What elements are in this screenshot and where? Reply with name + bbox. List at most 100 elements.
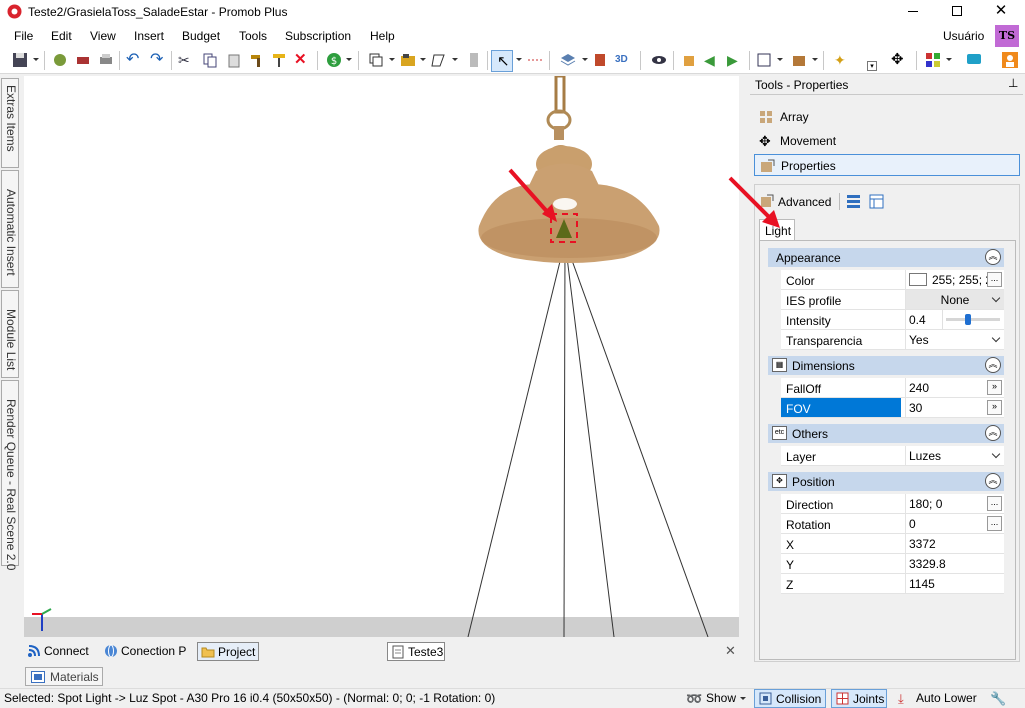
accordion-properties[interactable]: Properties bbox=[754, 154, 1020, 176]
menu-help[interactable]: Help bbox=[370, 29, 395, 43]
menu-budget[interactable]: Budget bbox=[182, 29, 220, 43]
user-icon[interactable] bbox=[1002, 52, 1018, 68]
layer-select[interactable]: Luzes bbox=[905, 446, 1004, 465]
redo-icon[interactable]: ↷ bbox=[150, 52, 166, 68]
paste-icon[interactable] bbox=[226, 52, 242, 68]
rotation-edit-button[interactable]: ... bbox=[987, 516, 1002, 531]
save-icon[interactable] bbox=[12, 52, 28, 68]
light-icon[interactable]: ✦ bbox=[834, 52, 850, 68]
others-icon: etc bbox=[772, 426, 787, 440]
user-avatar[interactable]: TS bbox=[995, 25, 1019, 47]
cut-icon[interactable]: ✂ bbox=[178, 52, 194, 68]
title-bar: Teste2/GrasielaToss_SaladeEstar - Promob… bbox=[0, 0, 1025, 24]
menu-edit[interactable]: Edit bbox=[51, 29, 72, 43]
color-swatch[interactable] bbox=[909, 273, 927, 286]
shape-icon[interactable] bbox=[430, 52, 446, 68]
chat-icon[interactable] bbox=[966, 52, 982, 68]
prop-transparencia: Transparencia Yes bbox=[781, 330, 1004, 350]
view-3d-icon[interactable]: 3D bbox=[615, 52, 631, 68]
collision-toggle[interactable]: Collision bbox=[754, 689, 826, 708]
close-button[interactable]: ✕ bbox=[986, 0, 1016, 24]
collapse-dimensions-icon[interactable]: ︽ bbox=[985, 357, 1001, 373]
app-logo-icon bbox=[7, 4, 22, 19]
tab-conection[interactable]: Conection P bbox=[101, 642, 189, 661]
3d-viewport[interactable] bbox=[24, 76, 739, 637]
collapse-position-icon[interactable]: ︽ bbox=[985, 473, 1001, 489]
arrow-left-icon[interactable]: ◀ bbox=[704, 52, 720, 68]
accordion-array[interactable]: Array bbox=[754, 106, 1020, 128]
collapse-others-icon[interactable]: ︽ bbox=[985, 425, 1001, 441]
print-setup-icon[interactable] bbox=[75, 52, 91, 68]
box-icon[interactable] bbox=[791, 52, 807, 68]
window-view-icon[interactable] bbox=[756, 52, 772, 68]
scene-canvas[interactable] bbox=[24, 76, 739, 637]
wrench-icon[interactable]: 🔧 bbox=[990, 691, 1006, 707]
intensity-value: 0.4 bbox=[909, 313, 926, 327]
fov-expand-button[interactable]: » bbox=[987, 400, 1002, 415]
delete-icon[interactable]: ✕ bbox=[294, 52, 310, 68]
select-tool-button[interactable]: ↖ bbox=[491, 50, 513, 72]
overflow-button[interactable]: ▾ bbox=[867, 61, 877, 71]
intensity-slider-thumb[interactable] bbox=[965, 314, 972, 325]
module-icon[interactable] bbox=[400, 52, 416, 68]
move-icon[interactable]: ✥ bbox=[891, 52, 907, 68]
grid-toggle-icon[interactable] bbox=[466, 52, 482, 68]
layers-icon[interactable] bbox=[560, 52, 576, 68]
side-tab-automatic-insert[interactable]: Automatic Insert bbox=[1, 170, 19, 288]
transparencia-select[interactable]: Yes bbox=[905, 330, 1004, 349]
joints-icon bbox=[836, 692, 849, 705]
tab-document[interactable]: Teste3 bbox=[387, 642, 445, 661]
pin-icon[interactable]: ⊥ bbox=[1008, 76, 1018, 90]
section-position[interactable]: ✥ Position ︽ bbox=[768, 472, 1004, 491]
rss-icon bbox=[28, 645, 40, 657]
undo-icon[interactable]: ↶ bbox=[126, 52, 142, 68]
prop-x: X 3372 bbox=[781, 534, 1004, 554]
menu-subscription[interactable]: Subscription bbox=[285, 29, 351, 43]
color-picker-button[interactable]: ... bbox=[987, 272, 1002, 287]
minimize-button[interactable] bbox=[898, 0, 928, 24]
arrow-right-icon[interactable]: ▶ bbox=[727, 52, 743, 68]
render-icon[interactable] bbox=[681, 52, 697, 68]
grid-view-icon[interactable] bbox=[869, 194, 884, 209]
side-tab-render-queue[interactable]: Render Queue - Real Scene 2.0 bbox=[1, 380, 19, 570]
direction-edit-button[interactable]: ... bbox=[987, 496, 1002, 511]
menu-file[interactable]: File bbox=[14, 29, 33, 43]
ies-profile-select[interactable]: None bbox=[905, 290, 1004, 309]
section-dimensions[interactable]: ▦ Dimensions ︽ bbox=[768, 356, 1004, 375]
advanced-label[interactable]: Advanced bbox=[778, 195, 831, 209]
hammer-icon[interactable] bbox=[249, 52, 265, 68]
dimension-icon[interactable] bbox=[592, 52, 608, 68]
plugin-icon[interactable] bbox=[52, 52, 68, 68]
materials-tab[interactable]: Materials bbox=[25, 667, 103, 686]
user-name[interactable]: Usuário bbox=[943, 29, 984, 43]
menu-view[interactable]: View bbox=[90, 29, 116, 43]
document-icon bbox=[392, 645, 404, 659]
side-tab-extras-items[interactable]: Extras Items bbox=[1, 78, 19, 168]
palette-icon[interactable] bbox=[925, 52, 941, 68]
auto-lower-toggle[interactable]: Auto Lower bbox=[916, 691, 977, 705]
budget-icon[interactable]: $ bbox=[326, 52, 342, 68]
eye-icon[interactable] bbox=[651, 52, 667, 68]
prop-rotation: Rotation 0... bbox=[781, 514, 1004, 534]
joints-toggle[interactable]: Joints bbox=[831, 689, 887, 708]
tab-project[interactable]: Project bbox=[197, 642, 260, 661]
close-tab-icon[interactable]: ✕ bbox=[725, 643, 736, 659]
paint-icon[interactable] bbox=[271, 52, 287, 68]
section-others[interactable]: etc Others ︽ bbox=[768, 424, 1004, 443]
copy-icon[interactable] bbox=[202, 52, 218, 68]
group-icon[interactable] bbox=[368, 52, 384, 68]
intensity-slider[interactable] bbox=[946, 314, 1000, 325]
tab-connect[interactable]: Connect bbox=[24, 642, 92, 661]
collapse-appearance-icon[interactable]: ︽ bbox=[985, 249, 1001, 265]
maximize-button[interactable] bbox=[942, 0, 972, 24]
menu-tools[interactable]: Tools bbox=[239, 29, 267, 43]
section-appearance[interactable]: Appearance ︽ bbox=[768, 248, 1004, 267]
print-icon[interactable] bbox=[98, 52, 114, 68]
falloff-expand-button[interactable]: » bbox=[987, 380, 1002, 395]
list-view-icon[interactable] bbox=[846, 194, 861, 209]
menu-insert[interactable]: Insert bbox=[134, 29, 164, 43]
show-menu[interactable]: Show bbox=[706, 691, 736, 705]
measure-icon[interactable] bbox=[527, 52, 543, 68]
side-tab-module-list[interactable]: Module List bbox=[1, 290, 19, 378]
accordion-movement[interactable]: ✥ Movement bbox=[754, 130, 1020, 152]
